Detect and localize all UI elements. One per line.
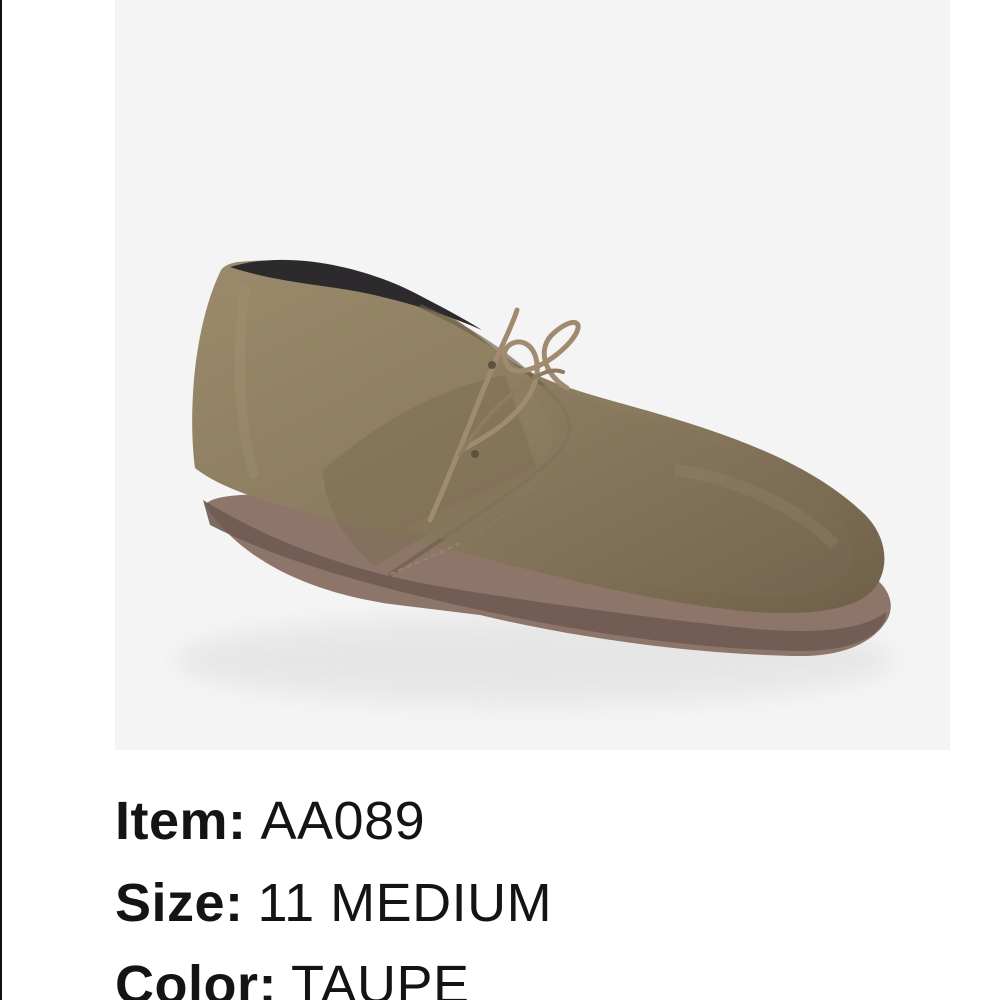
size-value: 11 MEDIUM: [257, 873, 553, 933]
item-detail-row: Item: AA089: [115, 780, 985, 862]
color-detail-row: Color: TAUPE: [115, 944, 985, 1000]
item-value: AA089: [260, 791, 426, 851]
product-detail-page: Item: AA089 Size: 11 MEDIUM Color: TAUPE: [0, 0, 1000, 1000]
boot-eyelet-top: [488, 361, 496, 369]
suede-chukka-boot-illustration: [175, 259, 895, 705]
size-label: Size:: [115, 873, 244, 933]
left-divider: [0, 0, 2, 1000]
size-detail-row: Size: 11 MEDIUM: [115, 862, 985, 944]
color-label: Color:: [115, 955, 277, 1000]
product-image: [115, 0, 950, 750]
boot-eyelet-bottom: [471, 450, 479, 458]
product-details: Item: AA089 Size: 11 MEDIUM Color: TAUPE: [115, 780, 985, 1000]
item-label: Item:: [115, 791, 247, 851]
color-value: TAUPE: [290, 955, 470, 1000]
